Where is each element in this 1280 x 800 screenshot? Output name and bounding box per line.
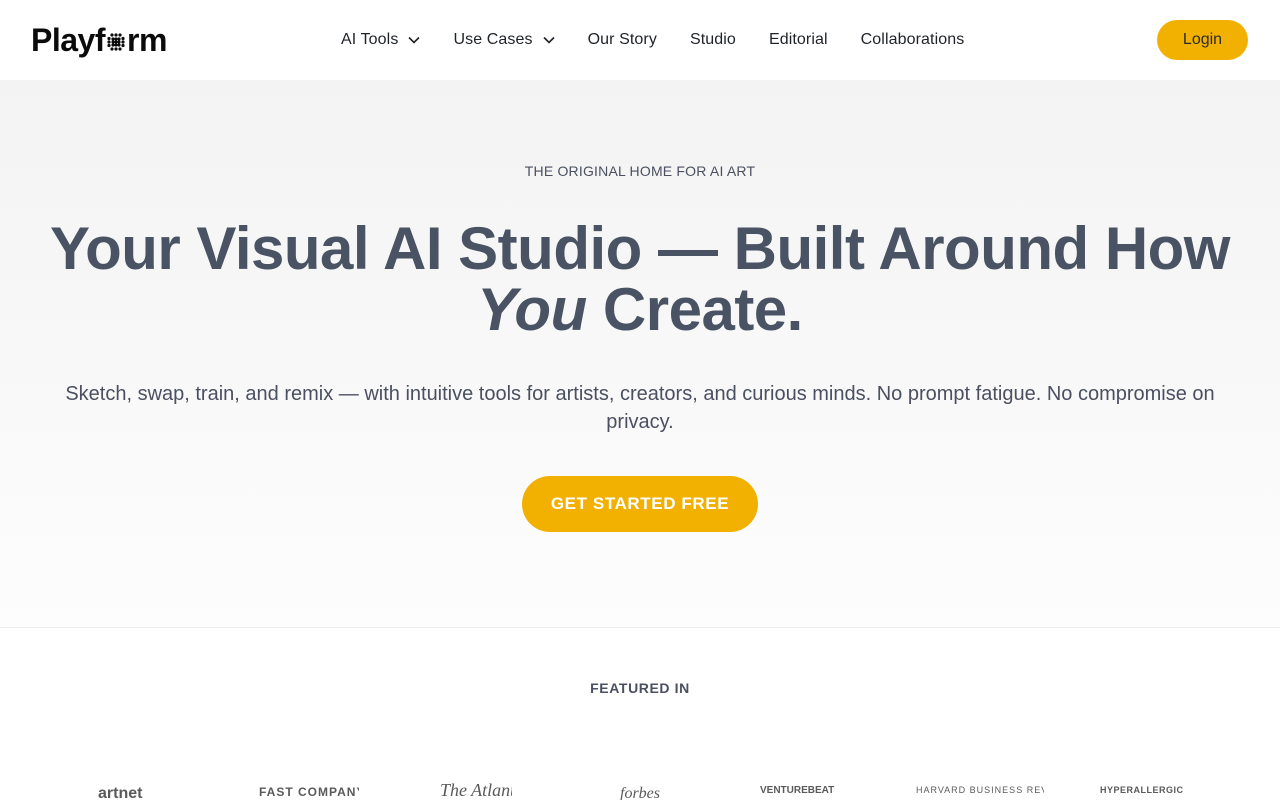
press-logo[interactable]: HYPERALLERGIC bbox=[1100, 785, 1196, 800]
nav-item-ai-tools[interactable]: AI Tools bbox=[341, 31, 421, 49]
nav-item-studio[interactable]: Studio bbox=[690, 31, 736, 49]
hero-headline: Your Visual AI Studio — Built Around How… bbox=[0, 218, 1280, 340]
nav-item-use-cases[interactable]: Use Cases bbox=[453, 31, 555, 49]
hero-eyebrow: THE ORIGINAL HOME FOR AI ART bbox=[524, 163, 756, 179]
playform-logo[interactable]: Playf rm bbox=[31, 20, 167, 60]
top-navigation-bar: Playf rm AI Tools Use Cases Our Story St… bbox=[0, 0, 1280, 80]
featured-in-section: FEATURED IN artnet FAST COMPANY The Atla… bbox=[0, 629, 1280, 800]
chevron-down-icon bbox=[543, 36, 555, 44]
press-logo[interactable]: VENTUREBEAT bbox=[760, 785, 872, 800]
press-logo[interactable]: artnet bbox=[98, 785, 184, 800]
press-logo-strip: artnet FAST COMPANY The Atlantic forbes … bbox=[0, 780, 1280, 800]
get-started-button[interactable]: GET STARTED FREE bbox=[522, 476, 758, 532]
press-logo[interactable]: FAST COMPANY bbox=[259, 785, 359, 800]
nav-item-label: Collaborations bbox=[860, 31, 965, 48]
nav-item-collaborations[interactable]: Collaborations bbox=[861, 31, 965, 49]
nav-item-label: AI Tools bbox=[341, 31, 399, 48]
nav-item-label: Studio bbox=[689, 31, 736, 48]
login-button[interactable]: Login bbox=[1157, 20, 1248, 60]
headline-emphasis: You bbox=[477, 276, 587, 343]
hero-section: THE ORIGINAL HOME FOR AI ART Your Visual… bbox=[0, 80, 1280, 628]
nav-item-label: Our Story bbox=[587, 31, 657, 48]
nav-item-our-story[interactable]: Our Story bbox=[588, 31, 657, 49]
press-logo[interactable]: forbes bbox=[620, 785, 670, 800]
dotted-o-icon bbox=[107, 33, 125, 51]
featured-in-label: FEATURED IN bbox=[590, 680, 690, 696]
main-nav: AI Tools Use Cases Our Story Studio Edit… bbox=[341, 28, 997, 52]
chevron-down-icon bbox=[408, 36, 421, 44]
logo-text-start: Playf bbox=[31, 21, 105, 58]
nav-item-editorial[interactable]: Editorial bbox=[769, 31, 828, 49]
hero-subtext: Sketch, swap, train, and remix — with in… bbox=[65, 383, 1215, 433]
press-logo[interactable]: The Atlantic bbox=[440, 780, 512, 796]
headline-line-2: Create. bbox=[586, 276, 803, 343]
nav-item-label: Use Cases bbox=[453, 31, 533, 48]
headline-line-1: Your Visual AI Studio — Built Around How bbox=[50, 215, 1230, 282]
press-logo[interactable]: HARVARD BUSINESS REVIEW bbox=[916, 785, 1044, 800]
logo-text-end: rm bbox=[126, 21, 167, 58]
nav-item-label: Editorial bbox=[768, 31, 828, 48]
